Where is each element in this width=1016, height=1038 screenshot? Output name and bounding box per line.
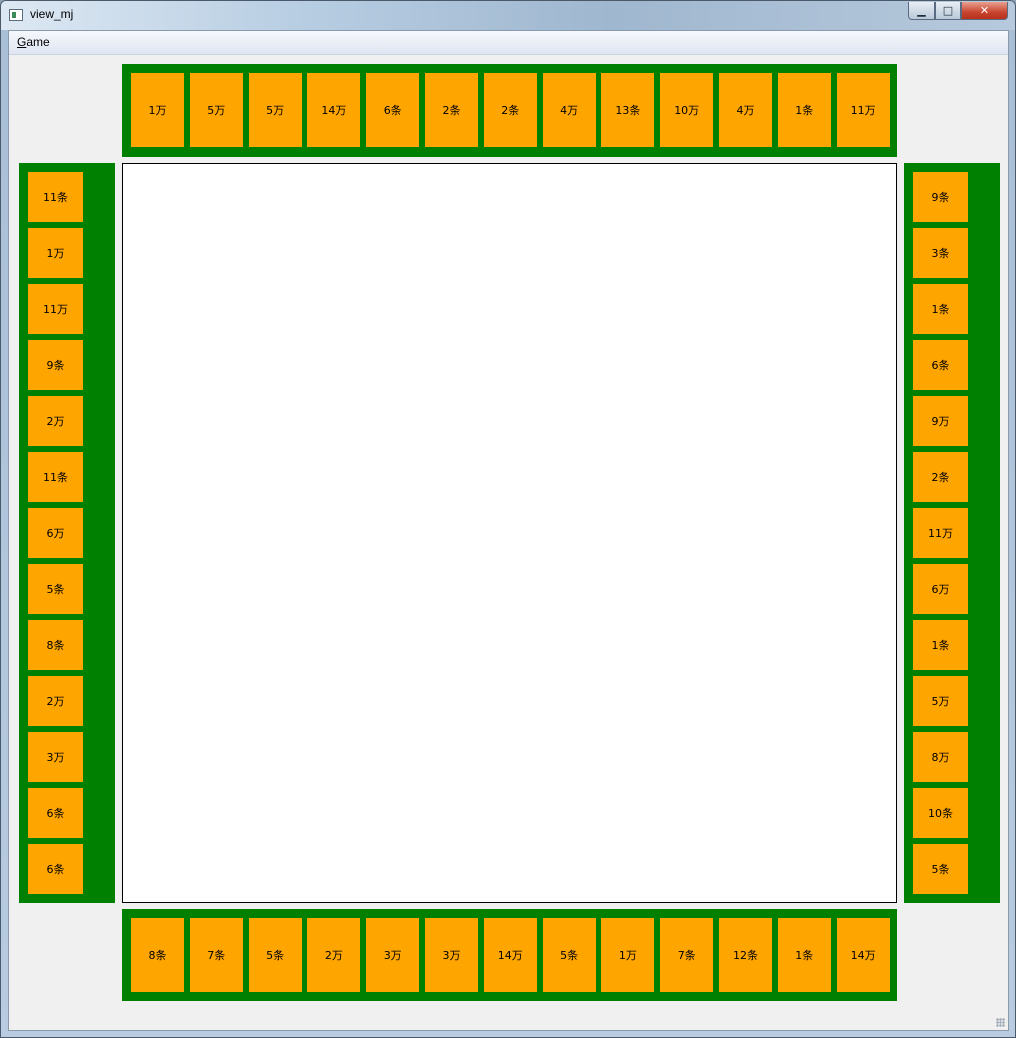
top-hand-panel: 1万 5万 5万 14万 6条 2条 2条 4万 13条 10万 4万 1条 11万 bbox=[122, 64, 897, 157]
bottom-tile[interactable]: 5条 bbox=[248, 918, 302, 992]
top-tile[interactable]: 11万 bbox=[836, 73, 890, 147]
menu-bar: Game bbox=[9, 31, 1008, 55]
top-tile[interactable]: 2条 bbox=[425, 73, 478, 147]
menu-game[interactable]: Game bbox=[17, 35, 50, 49]
right-tile[interactable]: 9条 bbox=[913, 172, 968, 222]
bottom-tile[interactable]: 14万 bbox=[483, 918, 537, 992]
left-tile[interactable]: 2万 bbox=[28, 676, 83, 726]
top-tile[interactable]: 14万 bbox=[307, 73, 361, 147]
window-title: view_mj bbox=[30, 7, 74, 21]
left-tile[interactable]: 6条 bbox=[28, 844, 83, 894]
left-tile[interactable]: 11万 bbox=[28, 284, 83, 334]
right-tile[interactable]: 6条 bbox=[913, 340, 968, 390]
top-tile[interactable]: 2条 bbox=[483, 73, 537, 147]
left-tile[interactable]: 8条 bbox=[28, 620, 83, 670]
top-tile[interactable]: 10万 bbox=[660, 73, 714, 147]
bottom-tile[interactable]: 1万 bbox=[601, 918, 655, 992]
top-tile[interactable]: 5万 bbox=[189, 73, 243, 147]
top-tile[interactable]: 6条 bbox=[366, 73, 420, 147]
left-tile[interactable]: 6条 bbox=[28, 788, 83, 838]
bottom-tile[interactable]: 7条 bbox=[660, 918, 714, 992]
left-tile[interactable]: 9条 bbox=[28, 340, 83, 390]
bottom-tile[interactable]: 5条 bbox=[542, 918, 596, 992]
top-tile[interactable]: 5万 bbox=[248, 73, 302, 147]
top-tile[interactable]: 4万 bbox=[542, 73, 596, 147]
right-tile[interactable]: 6万 bbox=[913, 564, 968, 614]
bottom-tile[interactable]: 3万 bbox=[425, 918, 478, 992]
bottom-tile[interactable]: 14万 bbox=[836, 918, 890, 992]
maximize-button[interactable]: □ bbox=[935, 2, 961, 20]
bottom-tile[interactable]: 8条 bbox=[131, 918, 184, 992]
bottom-hand-panel: 8条 7条 5条 2万 3万 3万 14万 5条 1万 7条 12条 1条 14万 bbox=[122, 909, 897, 1001]
left-tile[interactable]: 5条 bbox=[28, 564, 83, 614]
client-area: Game 1万 5万 5万 14万 6条 2条 2条 4万 13条 10万 4万 1条 11万 11条 1… bbox=[8, 30, 1009, 1031]
app-window: view_mj ▁ □ ✕ Game 1万 5万 5万 14万 6条 2条 2条 4万 13条 1… bbox=[0, 0, 1016, 1038]
left-tile[interactable]: 6万 bbox=[28, 508, 83, 558]
app-icon[interactable] bbox=[9, 9, 23, 21]
top-tile[interactable]: 1条 bbox=[777, 73, 831, 147]
table-center bbox=[122, 163, 897, 903]
top-tile[interactable]: 4万 bbox=[719, 73, 772, 147]
minimize-button[interactable]: ▁ bbox=[908, 2, 935, 20]
right-tile[interactable]: 1条 bbox=[913, 620, 968, 670]
bottom-tile[interactable]: 12条 bbox=[719, 918, 772, 992]
right-tile[interactable]: 2条 bbox=[913, 452, 968, 502]
close-button[interactable]: ✕ bbox=[961, 2, 1008, 20]
right-tile[interactable]: 11万 bbox=[913, 508, 968, 558]
bottom-tile[interactable]: 7条 bbox=[189, 918, 243, 992]
right-tile[interactable]: 8万 bbox=[913, 732, 968, 782]
left-tile[interactable]: 1万 bbox=[28, 228, 83, 278]
left-hand-panel: 11条 1万 11万 9条 2万 11条 6万 5条 8条 2万 3万 6条 6条 bbox=[19, 163, 115, 903]
left-tile[interactable]: 3万 bbox=[28, 732, 83, 782]
bottom-tile[interactable]: 1条 bbox=[777, 918, 831, 992]
right-tile[interactable]: 3条 bbox=[913, 228, 968, 278]
bottom-tile[interactable]: 2万 bbox=[307, 918, 361, 992]
right-tile[interactable]: 9万 bbox=[913, 396, 968, 446]
left-tile[interactable]: 11条 bbox=[28, 172, 83, 222]
right-tile[interactable]: 5条 bbox=[913, 844, 968, 894]
left-tile[interactable]: 2万 bbox=[28, 396, 83, 446]
right-tile[interactable]: 1条 bbox=[913, 284, 968, 334]
right-hand-panel: 9条 3条 1条 6条 9万 2条 11万 6万 1条 5万 8万 10条 5条 bbox=[904, 163, 1000, 903]
right-tile[interactable]: 10条 bbox=[913, 788, 968, 838]
left-tile[interactable]: 11条 bbox=[28, 452, 83, 502]
right-tile[interactable]: 5万 bbox=[913, 676, 968, 726]
top-tile[interactable]: 13条 bbox=[601, 73, 655, 147]
bottom-tile[interactable]: 3万 bbox=[366, 918, 420, 992]
title-bar[interactable]: view_mj ▁ □ ✕ bbox=[1, 1, 1015, 30]
top-tile[interactable]: 1万 bbox=[131, 73, 184, 147]
resize-grip[interactable] bbox=[996, 1018, 1005, 1027]
